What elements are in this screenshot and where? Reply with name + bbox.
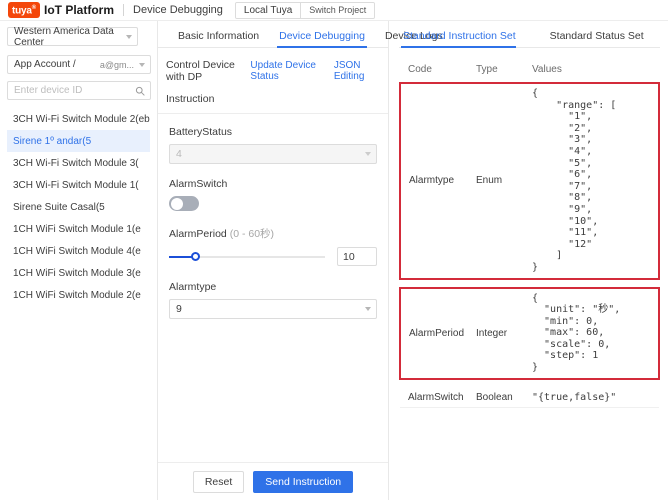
app-account-label: App Account / (14, 59, 76, 70)
project-button-group: Local Tuya Switch Project (234, 1, 376, 19)
battery-status-select: 4 (169, 144, 377, 164)
column-header-code: Code (400, 60, 468, 84)
chevron-down-icon (139, 62, 145, 67)
dp-values: "{true,false}" (524, 387, 659, 408)
reset-button[interactable]: Reset (192, 470, 245, 493)
tab-standard-status-set[interactable]: Standard Status Set (548, 30, 654, 47)
list-item[interactable]: Sirene 1º andar(5 (7, 130, 150, 152)
battery-status-label: BatteryStatus (169, 126, 233, 138)
data-center-value: Western America Data Center (14, 25, 114, 48)
row-spacer (400, 379, 659, 388)
chevron-down-icon (365, 307, 371, 311)
device-label: 1CH WiFi Switch Module 4(e (13, 245, 141, 257)
list-item[interactable]: 1CH WiFi Switch Module 2(e (7, 284, 150, 306)
alarm-period-label: AlarmPeriod (0 - 60秒) (169, 226, 377, 241)
alarm-type-label: Alarmtype (169, 281, 217, 293)
chevron-down-icon (126, 34, 132, 39)
form-footer: Reset Send Instruction (158, 462, 388, 500)
table-row[interactable]: AlarmSwitch Boolean "{true,false}" (400, 387, 659, 408)
device-label: 3CH Wi-Fi Switch Module 3( (13, 157, 139, 169)
page-title: Device Debugging (133, 4, 223, 16)
alarm-period-label-text: AlarmPeriod (169, 228, 227, 240)
sidebar: Western America Data Center App Account … (0, 21, 158, 500)
search-icon[interactable] (130, 82, 150, 99)
data-center-select[interactable]: Western America Data Center (7, 25, 138, 48)
tab-standard-instruction-set[interactable]: Standard Instruction Set (401, 30, 526, 48)
control-header: Control Device with DP Update Device Sta… (158, 48, 388, 83)
top-bar: tuya® IoT Platform Device Debugging Loca… (0, 0, 668, 21)
table-header-row: Code Type Values (400, 60, 659, 84)
app-account-select[interactable]: App Account / a@gm... (7, 55, 151, 74)
divider (123, 4, 125, 16)
column-header-type: Type (468, 60, 524, 84)
slider-thumb[interactable] (191, 252, 201, 261)
control-device-title: Control Device with DP (166, 59, 235, 83)
instruction-section-label: Instruction (158, 83, 388, 114)
chevron-down-icon (365, 152, 371, 156)
main-body: Western America Data Center App Account … (0, 21, 668, 500)
battery-status-value: 4 (176, 148, 182, 160)
alarm-type-select[interactable]: 9 (169, 299, 377, 319)
alarm-period-slider[interactable] (169, 252, 325, 261)
device-search-box[interactable] (7, 81, 151, 100)
device-label: 3CH Wi-Fi Switch Module 1( (13, 179, 139, 191)
alarm-switch-toggle[interactable] (169, 196, 199, 211)
right-panel: Standard Instruction Set Standard Status… (389, 21, 668, 500)
registered-mark-icon: ® (31, 5, 36, 12)
control-links: Update Device Status JSON Editing (250, 60, 380, 82)
device-list: 3CH Wi-Fi Switch Module 2(eb Sirene 1º a… (7, 108, 150, 306)
alarm-switch-label: AlarmSwitch (169, 178, 228, 190)
tuya-logo[interactable]: tuya® (8, 2, 40, 18)
device-tabs: Basic Information Device Debugging Devic… (158, 21, 443, 48)
tab-basic-information[interactable]: Basic Information (168, 30, 269, 47)
list-item[interactable]: 1CH WiFi Switch Module 4(e (7, 240, 150, 262)
alarm-period-value: 10 (343, 250, 355, 263)
list-item[interactable]: 3CH Wi-Fi Switch Module 1( (7, 174, 150, 196)
dp-code: Alarmtype (399, 82, 468, 280)
toggle-knob (170, 197, 183, 210)
dp-code: AlarmPeriod (399, 286, 468, 380)
tuya-logo-text: tuya (12, 5, 32, 17)
json-editing-link[interactable]: JSON Editing (334, 60, 380, 82)
list-item[interactable]: Sirene Suite Casal(5 (7, 196, 150, 218)
dp-table: Code Type Values Alarmtype Enum { "range… (399, 60, 660, 408)
list-item[interactable]: 1CH WiFi Switch Module 3(e (7, 262, 150, 284)
instruction-form: BatteryStatus 4 AlarmSwitch AlarmPeriod … (158, 114, 388, 462)
app-account-value: a@gm... (99, 59, 134, 70)
device-label: 3CH Wi-Fi Switch Module 2(eb (13, 113, 150, 125)
update-device-status-link[interactable]: Update Device Status (250, 60, 324, 82)
list-item[interactable]: 3CH Wi-Fi Switch Module 3( (7, 152, 150, 174)
dp-code: AlarmSwitch (400, 387, 468, 408)
device-label: 1CH WiFi Switch Module 3(e (13, 267, 141, 279)
alarm-period-input[interactable]: 10 (337, 247, 377, 266)
device-label: 1CH WiFi Switch Module 1(e (13, 223, 141, 235)
tab-device-debugging[interactable]: Device Debugging (269, 30, 375, 48)
dp-values: { "range": [ "1", "2", "3", "4", "5", "6… (524, 82, 660, 280)
list-item[interactable]: 1CH WiFi Switch Module 1(e (7, 218, 150, 240)
search-input[interactable] (8, 82, 150, 99)
instruction-set-tabs: Standard Instruction Set Standard Status… (399, 21, 660, 48)
brand-name: IoT Platform (44, 3, 115, 17)
alarm-period-range-hint: (0 - 60秒) (229, 228, 275, 240)
dp-values: { "unit": "秒", "min": 0, "max": 60, "sca… (524, 286, 660, 380)
device-label: Sirene 1º andar(5 (13, 135, 92, 147)
dp-type: Boolean (468, 387, 524, 408)
row-spacer (400, 279, 659, 288)
switch-project-button[interactable]: Switch Project (300, 2, 375, 18)
center-panel: Basic Information Device Debugging Devic… (158, 21, 443, 500)
column-header-values: Values (524, 60, 659, 84)
alarm-type-value: 9 (176, 303, 182, 315)
table-row[interactable]: AlarmPeriod Integer { "unit": "秒", "min"… (399, 286, 660, 380)
dp-type: Enum (468, 82, 524, 280)
local-tuya-button[interactable]: Local Tuya (235, 2, 301, 18)
dp-type: Integer (468, 286, 524, 380)
table-row[interactable]: Alarmtype Enum { "range": [ "1", "2", "3… (399, 82, 660, 280)
list-item[interactable]: 3CH Wi-Fi Switch Module 2(eb (7, 108, 150, 130)
send-instruction-button[interactable]: Send Instruction (253, 470, 354, 493)
device-label: Sirene Suite Casal(5 (13, 201, 105, 213)
device-label: 1CH WiFi Switch Module 2(e (13, 289, 141, 301)
alarm-period-slider-row: 10 (169, 247, 377, 266)
